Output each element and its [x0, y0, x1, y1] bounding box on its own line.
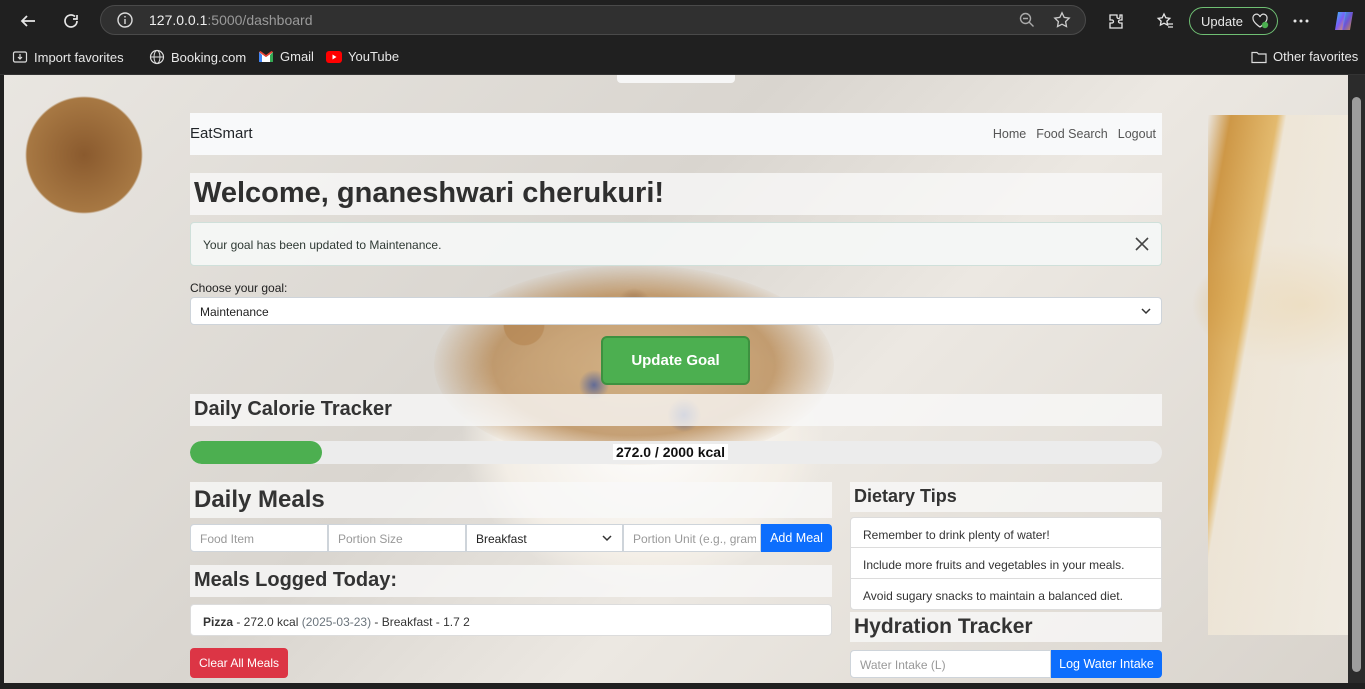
clear-all-meals-button[interactable]: Clear All Meals	[190, 648, 288, 678]
copilot-icon[interactable]	[1329, 6, 1359, 36]
brand-logo[interactable]: EatSmart	[190, 125, 253, 142]
log-water-intake-button[interactable]: Log Water Intake	[1051, 650, 1162, 678]
browser-toolbar: 127.0.0.1:5000/dashboard Update	[0, 0, 1365, 42]
list-item: Remember to drink plenty of water!	[850, 517, 1162, 548]
goal-select-value: Maintenance	[200, 305, 269, 319]
zoom-icon[interactable]	[1019, 12, 1035, 28]
more-menu-icon[interactable]	[1286, 6, 1316, 36]
extensions-icon[interactable]	[1101, 6, 1131, 36]
dietary-tips-heading: Dietary Tips	[850, 482, 1162, 512]
goal-select[interactable]: Maintenance	[190, 297, 1162, 325]
youtube-icon	[326, 50, 342, 63]
scrollbar-thumb[interactable]	[1352, 97, 1361, 672]
bookmark-import-favorites[interactable]: Import favorites	[12, 49, 124, 65]
dietary-tips-list: Remember to drink plenty of water! Inclu…	[850, 517, 1162, 610]
meal-type-select[interactable]: Breakfast	[466, 524, 623, 552]
bookmark-gmail[interactable]: Gmail	[258, 49, 314, 64]
calorie-progress-bar: 272.0 / 2000 kcal	[190, 441, 1162, 464]
water-intake-input[interactable]: Water Intake (L)	[850, 650, 1051, 678]
address-bar[interactable]: 127.0.0.1:5000/dashboard	[100, 5, 1086, 35]
info-icon[interactable]	[117, 12, 133, 28]
goal-updated-alert: Your goal has been updated to Maintenanc…	[190, 222, 1162, 266]
nav-links: Home Food Search Logout	[993, 127, 1156, 141]
page-scrollbar[interactable]	[1348, 75, 1365, 683]
scrolled-element-stub	[617, 75, 735, 83]
heart-pulse-icon	[1252, 13, 1269, 29]
close-icon[interactable]	[1133, 235, 1151, 253]
bookmark-youtube[interactable]: YouTube	[326, 49, 399, 64]
globe-icon	[149, 49, 165, 65]
meal-details: - Breakfast - 1.7 2	[371, 615, 470, 629]
daily-meals-heading: Daily Meals	[190, 482, 832, 518]
add-meal-form: Food Item Portion Size Breakfast Portion…	[190, 524, 832, 552]
welcome-heading: Welcome, gnaneshwari cherukuri!	[190, 173, 1162, 215]
food-item-input[interactable]: Food Item	[190, 524, 328, 552]
hydration-tracker-heading: Hydration Tracker	[850, 612, 1162, 642]
goal-label: Choose your goal:	[190, 281, 288, 295]
update-goal-button[interactable]: Update Goal	[601, 336, 750, 385]
import-icon	[12, 51, 28, 63]
app-navbar: EatSmart Home Food Search Logout	[190, 113, 1162, 155]
url-text: 127.0.0.1:5000/dashboard	[149, 12, 313, 28]
nav-logout-link[interactable]: Logout	[1118, 127, 1156, 141]
bookmark-other-favorites[interactable]: Other favorites	[1251, 49, 1358, 64]
window-bottom-edge	[0, 683, 1365, 689]
nav-home-link[interactable]: Home	[993, 127, 1026, 141]
meal-kcal: - 272.0 kcal	[233, 615, 302, 629]
calorie-progress-fill	[190, 441, 322, 464]
favorite-star-icon[interactable]	[1053, 11, 1071, 29]
favorites-icon[interactable]	[1150, 6, 1180, 36]
portion-unit-input[interactable]: Portion Unit (e.g., gram	[623, 524, 761, 552]
list-item: Avoid sugary snacks to maintain a balanc…	[850, 579, 1162, 610]
page-viewport: EatSmart Home Food Search Logout Welcome…	[4, 75, 1348, 683]
list-item: Pizza - 272.0 kcal (2025-03-23) - Breakf…	[190, 604, 832, 636]
gmail-icon	[259, 51, 273, 62]
nav-food-search-link[interactable]: Food Search	[1036, 127, 1108, 141]
chevron-down-icon	[602, 535, 612, 542]
refresh-icon[interactable]	[56, 6, 86, 36]
browser-update-button[interactable]: Update	[1189, 7, 1278, 35]
bookmark-booking[interactable]: Booking.com	[149, 49, 246, 65]
meal-date: (2025-03-23)	[301, 615, 372, 629]
background-photo-book	[1208, 115, 1348, 635]
meal-name: Pizza	[203, 615, 234, 629]
meals-logged-heading: Meals Logged Today:	[190, 565, 832, 597]
portion-size-input[interactable]: Portion Size	[328, 524, 466, 552]
calorie-progress-label: 272.0 / 2000 kcal	[613, 444, 728, 460]
back-icon[interactable]	[13, 6, 43, 36]
bookmarks-bar: Import favorites Booking.com Gmail YouTu…	[0, 42, 1365, 75]
chevron-down-icon	[1141, 308, 1151, 315]
list-item: Include more fruits and vegetables in yo…	[850, 548, 1162, 579]
calorie-tracker-heading: Daily Calorie Tracker	[190, 394, 1162, 426]
folder-icon	[1251, 51, 1267, 63]
alert-message: Your goal has been updated to Maintenanc…	[203, 238, 442, 252]
add-meal-button[interactable]: Add Meal	[761, 524, 832, 552]
